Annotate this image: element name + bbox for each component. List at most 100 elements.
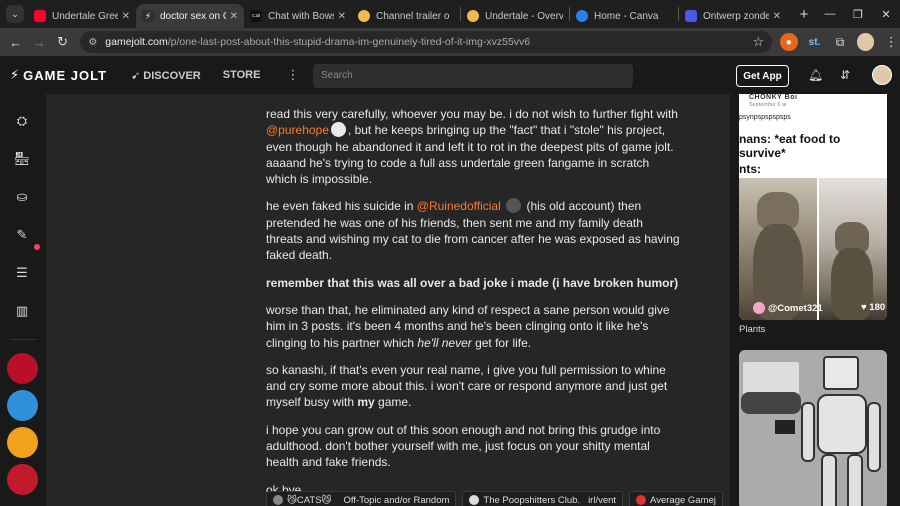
- bolt-icon: ⚡: [10, 67, 21, 82]
- card-community-label[interactable]: Plants: [739, 324, 765, 335]
- document-favicon-icon: [358, 10, 370, 22]
- notification-dot: [34, 244, 40, 250]
- close-tab-icon[interactable]: ✕: [230, 11, 238, 22]
- post-paragraph: read this very carefully, whoever you ma…: [266, 107, 678, 187]
- browser-tab[interactable]: Channel trailer o: [352, 4, 460, 28]
- user-mention-link[interactable]: @Ruinedofficial: [417, 199, 501, 213]
- community-icon: [273, 495, 283, 505]
- community-avatar[interactable]: [7, 353, 38, 384]
- robot-head-image: [823, 356, 859, 390]
- community-icon: [469, 495, 480, 505]
- meme-text: nans: *eat food to survive*: [739, 132, 841, 160]
- robot-arm-image: [801, 402, 815, 462]
- robot-leg-image: [821, 454, 837, 506]
- extension-icon[interactable]: ●: [780, 33, 798, 51]
- gamejolt-logo[interactable]: ⚡ GAME JOLT: [10, 67, 107, 83]
- new-tab-icon[interactable]: +: [795, 6, 813, 23]
- tab-title: Ontwerp zonder: [703, 10, 769, 22]
- store-icon[interactable]: 🏪︎: [10, 147, 34, 171]
- tab-title: doctor sex on Ga: [160, 10, 226, 22]
- browser-tab-active[interactable]: ⚡ doctor sex on Ga ✕: [136, 4, 244, 28]
- like-count[interactable]: ♥ 180: [861, 302, 885, 313]
- get-app-button[interactable]: Get App: [736, 65, 789, 87]
- address-bar[interactable]: ⚙ gamejolt.com/p/one-last-post-about-thi…: [80, 31, 773, 53]
- rocket-icon: ➹: [131, 69, 141, 82]
- window-controls: — ❐ ✕: [816, 0, 900, 28]
- handheld-console-image: [741, 392, 801, 414]
- post-card[interactable]: CHONKY Boi September 6 at psynpspspspsps…: [739, 94, 887, 320]
- post-paragraph: he even faked his suicide in @Ruinedoffi…: [266, 198, 680, 263]
- heart-icon: ♥: [861, 302, 867, 313]
- character-ai-favicon-icon: c.ai: [250, 10, 262, 22]
- browser-tab[interactable]: Undertale - Overv: [461, 4, 569, 28]
- sidebar-divider: [10, 339, 36, 340]
- close-window-icon[interactable]: ✕: [872, 8, 900, 21]
- browser-tab[interactable]: Undertale Green ✕: [28, 4, 136, 28]
- robot-arm-image: [867, 402, 881, 472]
- community-avatar[interactable]: [7, 464, 38, 495]
- browser-tab[interactable]: c.ai Chat with Bowse ✕: [244, 4, 352, 28]
- cat-image: [739, 178, 817, 320]
- close-tab-icon[interactable]: ✕: [338, 11, 346, 22]
- tab-search-dropdown-icon[interactable]: ⌄: [6, 5, 24, 23]
- activity-icon[interactable]: ⇵: [840, 68, 850, 82]
- card-author[interactable]: @Comet321: [753, 302, 823, 314]
- browser-tab[interactable]: Ontwerp zonder ✕: [679, 4, 787, 28]
- close-tab-icon[interactable]: ✕: [122, 11, 130, 22]
- chat-icon[interactable]: ☰: [10, 261, 34, 285]
- post-paragraph: i hope you can grow out of this soon eno…: [266, 422, 661, 470]
- community-tags: 😼CATS😼 Off-Topic and/or Random The Poopsh…: [266, 491, 729, 506]
- tab-title: Undertale Green: [52, 10, 118, 22]
- document-favicon-icon: [467, 10, 479, 22]
- author-avatar: [753, 302, 765, 314]
- tab-title: Channel trailer o: [376, 10, 450, 22]
- community-tag[interactable]: Average Gamej: [629, 491, 723, 506]
- meme-date: September 6 at: [749, 102, 787, 108]
- more-menu-icon[interactable]: ⋮: [286, 67, 299, 83]
- extension-icon[interactable]: st.: [806, 33, 824, 51]
- site-header: ⚡ GAME JOLT ➹ DISCOVER STORE ⋮ Search Get…: [0, 56, 900, 94]
- maximize-icon[interactable]: ❐: [844, 8, 872, 21]
- create-icon[interactable]: ✎: [10, 223, 34, 247]
- browser-menu-icon[interactable]: ⋮: [882, 33, 900, 51]
- community-avatar[interactable]: [7, 427, 38, 458]
- browser-tab[interactable]: Home - Canva: [570, 4, 678, 28]
- nav-store[interactable]: STORE: [223, 69, 261, 81]
- nav-discover[interactable]: ➹ DISCOVER: [131, 69, 201, 82]
- post-card[interactable]: [739, 350, 887, 506]
- url-text[interactable]: gamejolt.com/p/one-last-post-about-this-…: [105, 36, 752, 48]
- community-tag[interactable]: The Poopshitters Club. irl/vent: [462, 491, 624, 506]
- user-avatar[interactable]: [872, 65, 892, 85]
- mention-avatar: [330, 122, 346, 138]
- post-content-area: read this very carefully, whoever you ma…: [46, 94, 730, 506]
- community-icon: [636, 495, 647, 505]
- reload-icon[interactable]: ↻: [51, 34, 74, 50]
- right-sidebar: CHONKY Boi September 6 at psynpspspspsps…: [730, 94, 900, 506]
- browser-tab-bar: ⌄ Undertale Green ✕ ⚡ doctor sex on Ga ✕…: [0, 0, 900, 28]
- notifications-bell-icon[interactable]: 🔔︎: [808, 68, 823, 82]
- profile-avatar-icon[interactable]: [856, 33, 875, 51]
- home-icon[interactable]: ⛭: [10, 109, 34, 133]
- search-input[interactable]: Search: [313, 64, 633, 88]
- site-info-icon[interactable]: ⚙: [88, 37, 97, 48]
- youtube-favicon-icon: [34, 10, 46, 22]
- bookmark-star-icon[interactable]: ☆: [752, 34, 764, 50]
- post-body: read this very carefully, whoever you ma…: [266, 106, 680, 506]
- close-tab-icon[interactable]: ✕: [773, 11, 781, 22]
- user-mention-link[interactable]: @purehope: [266, 123, 329, 137]
- post-paragraph: so kanashi, if that's even your real nam…: [266, 362, 668, 410]
- backpack-icon[interactable]: ⛀: [10, 185, 34, 209]
- back-icon[interactable]: ←: [4, 35, 27, 50]
- forward-icon[interactable]: →: [27, 35, 50, 50]
- minimize-icon[interactable]: —: [816, 8, 844, 20]
- library-icon[interactable]: ▥: [10, 299, 34, 323]
- meme-text: nts:: [739, 162, 761, 176]
- community-tag[interactable]: 😼CATS😼 Off-Topic and/or Random: [266, 491, 457, 506]
- left-sidebar: ⛭ 🏪︎ ⛀ ✎ ☰ ▥: [0, 94, 46, 506]
- meme-text: psynpspspspsps: [739, 114, 791, 121]
- extensions-puzzle-icon[interactable]: ⧉: [831, 33, 849, 51]
- post-paragraph: worse than that, he eliminated any kind …: [266, 302, 670, 350]
- browser-toolbar: ← → ↻ ⚙ gamejolt.com/p/one-last-post-abo…: [0, 28, 900, 56]
- gamejolt-favicon-icon: ⚡: [142, 10, 154, 22]
- community-avatar[interactable]: [7, 390, 38, 421]
